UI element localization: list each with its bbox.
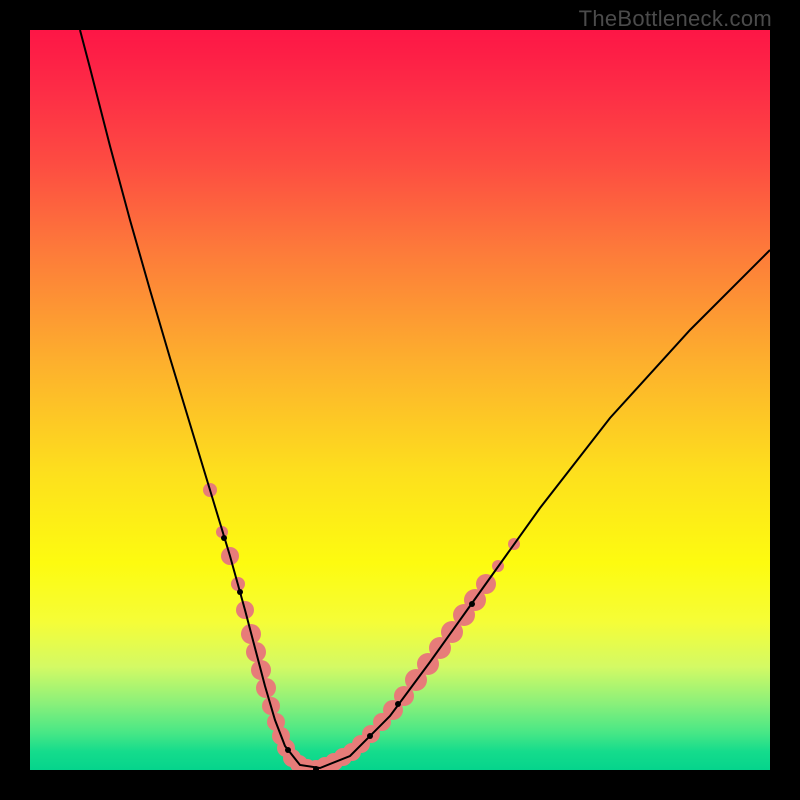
black-dots-point: [469, 601, 475, 607]
chart-svg: [30, 30, 770, 770]
watermark-text: TheBottleneck.com: [579, 6, 772, 32]
black-dots-point: [237, 589, 243, 595]
black-dots-point: [285, 747, 291, 753]
salmon-markers: [203, 483, 520, 770]
black-dots-point: [367, 733, 373, 739]
black-dots-point: [221, 535, 227, 541]
chart-frame: TheBottleneck.com: [0, 0, 800, 800]
plot-area: [30, 30, 770, 770]
black-dots-point: [395, 701, 401, 707]
